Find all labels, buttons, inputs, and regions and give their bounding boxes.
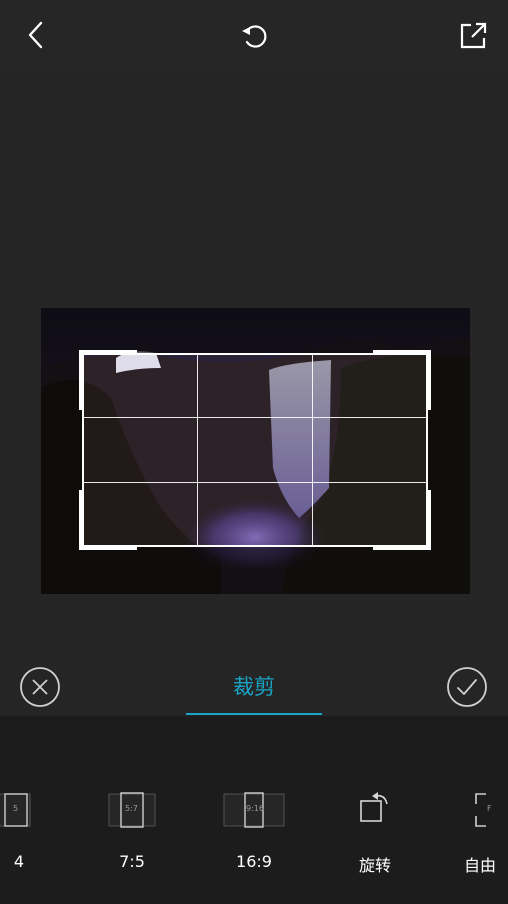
crop-handle-top-right-v [426,350,431,410]
ratio-icon-text: 9:16 [246,804,264,813]
grid-line-h2 [82,482,428,483]
ratio-item-4[interactable]: 5 [0,790,34,830]
grid-line-v2 [312,353,313,547]
ratio-icon-text: F [487,804,492,813]
ratio-label-rotate: 旋转 [358,856,391,875]
crop-dim-top [41,308,470,353]
ratio-label-16-9: 16:9 [236,852,272,871]
ratio-label-7-5: 7:5 [119,852,145,871]
top-toolbar [0,0,508,68]
ratio-item-16-9[interactable]: 9:16 [223,790,285,830]
crop-handle-top-right[interactable] [373,350,431,355]
grid-line-v1 [197,353,198,547]
grid-line-h1 [82,417,428,418]
crop-handle-bottom-left-v [79,490,84,550]
ratio-item-rotate[interactable] [355,788,395,830]
crop-handle-bottom-left[interactable] [79,545,137,550]
ratio-icon-text: 5:7 [125,804,138,813]
crop-handle-top-left[interactable] [79,350,137,355]
crop-dim-left [41,353,82,547]
rotate-reset-icon[interactable] [234,17,274,55]
rotate-icon [360,792,388,822]
ratio-label-free: 自由 [464,856,497,875]
ratio-item-free[interactable]: F [472,790,508,830]
crop-frame[interactable] [79,350,431,550]
crop-dim-bottom [41,547,470,594]
ratio-item-7-5[interactable]: 5:7 [108,790,156,830]
ratio-label-4: 4 [13,852,25,871]
tab-crop-underline [186,713,322,715]
crop-handle-top-left-v [79,350,84,410]
back-icon[interactable] [20,18,52,52]
crop-border [82,353,428,547]
crop-handle-bottom-right-v [426,490,431,550]
close-circle-icon[interactable] [19,666,61,708]
ratio-icon-text: 5 [13,804,19,813]
share-external-icon[interactable] [454,17,492,55]
check-circle-icon[interactable] [446,666,488,708]
crop-handle-bottom-right[interactable] [373,545,431,550]
crop-dim-right [428,353,470,547]
tab-crop[interactable]: 裁剪 [186,673,322,701]
